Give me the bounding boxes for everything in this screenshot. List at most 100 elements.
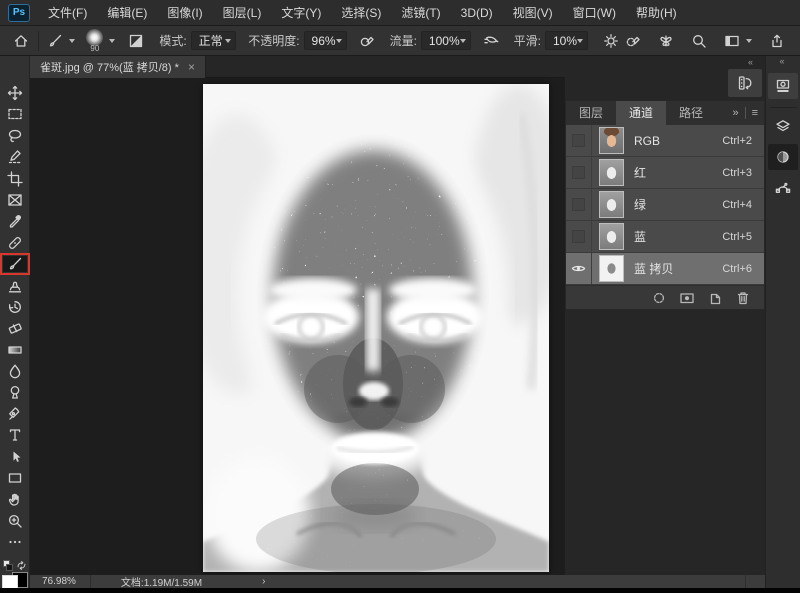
eyedropper-tool[interactable]: [3, 213, 27, 229]
menu-help[interactable]: 帮助(H): [626, 0, 687, 26]
chevron-down-icon[interactable]: [109, 39, 115, 43]
smoothing-input[interactable]: 10%: [545, 31, 588, 50]
default-colors-icon[interactable]: [3, 560, 13, 571]
gradient-tool[interactable]: [3, 342, 27, 358]
chevron-down-icon: [460, 39, 466, 43]
history-panel-icon[interactable]: [728, 69, 762, 97]
eraser-tool[interactable]: [3, 320, 27, 336]
tools-panel: [0, 56, 30, 588]
menu-view[interactable]: 视图(V): [503, 0, 563, 26]
rectangle-tool[interactable]: [3, 470, 27, 486]
panel-arrangement-icon[interactable]: [721, 31, 755, 51]
paths-panel-icon[interactable]: [768, 175, 798, 201]
clone-stamp-tool[interactable]: [3, 278, 27, 294]
channel-row-blue[interactable]: 蓝 Ctrl+5: [566, 221, 764, 253]
brush-tool[interactable]: [3, 256, 27, 272]
new-channel-icon[interactable]: [707, 290, 723, 306]
menu-3d[interactable]: 3D(D): [451, 0, 503, 26]
hand-tool[interactable]: [3, 491, 27, 507]
default-and-swap-colors[interactable]: [3, 560, 27, 571]
share-icon[interactable]: [766, 31, 788, 51]
pressure-size-icon[interactable]: [622, 31, 644, 51]
move-tool[interactable]: [3, 85, 27, 101]
visibility-toggle[interactable]: [566, 189, 592, 220]
status-bar: 76.98% 文档:1.19M/1.59M ›: [30, 575, 800, 588]
home-icon[interactable]: [10, 31, 32, 51]
close-icon[interactable]: ×: [188, 60, 195, 74]
brush-settings-panel-icon[interactable]: [125, 31, 147, 51]
edit-toolbar-ellipsis-icon[interactable]: [3, 534, 27, 550]
zoom-level[interactable]: 76.98%: [30, 576, 90, 587]
opacity-label: 不透明度:: [248, 32, 299, 49]
empty-eye-box: [572, 230, 585, 243]
pressure-opacity-icon[interactable]: [356, 31, 378, 51]
document-title: 雀斑.jpg @ 77%(蓝 拷贝/8) *: [40, 59, 179, 75]
visibility-toggle[interactable]: [566, 125, 592, 156]
flow-input[interactable]: 100%: [421, 31, 471, 50]
zoom-tool[interactable]: [3, 513, 27, 529]
expand-panel-icon[interactable]: »: [726, 107, 744, 119]
history-brush-tool[interactable]: [3, 299, 27, 315]
delete-channel-icon[interactable]: [735, 290, 751, 306]
status-expander-icon[interactable]: ›: [216, 576, 265, 587]
brush-tool-preset-icon[interactable]: [44, 31, 78, 51]
rectangular-marquee-tool[interactable]: [3, 106, 27, 122]
path-selection-tool[interactable]: [3, 449, 27, 465]
opacity-input[interactable]: 96%: [304, 31, 347, 50]
tab-channels[interactable]: 通道: [616, 101, 666, 125]
type-tool[interactable]: [3, 427, 27, 443]
crop-tool[interactable]: [3, 171, 27, 187]
visibility-toggle[interactable]: [566, 157, 592, 188]
channels-panel-footer: [566, 285, 764, 309]
menu-layer[interactable]: 图层(L): [213, 0, 272, 26]
channel-row-blue-copy[interactable]: 蓝 拷贝 Ctrl+6: [566, 253, 764, 285]
layers-panel-icon[interactable]: [768, 113, 798, 139]
load-channel-as-selection-icon[interactable]: [651, 290, 667, 306]
channel-thumbnail: [599, 159, 624, 186]
visibility-toggle[interactable]: [566, 221, 592, 252]
channel-row-green[interactable]: 绿 Ctrl+4: [566, 189, 764, 221]
smoothing-value: 10%: [553, 34, 577, 48]
lasso-tool[interactable]: [3, 128, 27, 144]
menu-file[interactable]: 文件(F): [38, 0, 97, 26]
menu-edit[interactable]: 编辑(E): [97, 0, 157, 26]
save-selection-as-channel-icon[interactable]: [679, 290, 695, 306]
channel-thumbnail: [599, 223, 624, 250]
brush-size-value: 90: [90, 45, 99, 53]
tab-paths[interactable]: 路径: [666, 101, 716, 125]
document-tab[interactable]: 雀斑.jpg @ 77%(蓝 拷贝/8) * ×: [30, 56, 206, 78]
menu-type[interactable]: 文字(Y): [271, 0, 331, 26]
menu-window[interactable]: 窗口(W): [563, 0, 626, 26]
object-selection-tool[interactable]: [3, 149, 27, 165]
channels-panel-icon[interactable]: [768, 144, 798, 170]
blur-tool[interactable]: [3, 363, 27, 379]
brush-preview[interactable]: 90: [86, 29, 103, 53]
channel-row-rgb[interactable]: RGB Ctrl+2: [566, 125, 764, 157]
eye-icon: [571, 261, 586, 276]
menu-image[interactable]: 图像(I): [157, 0, 212, 26]
pen-tool[interactable]: [3, 406, 27, 422]
menu-select[interactable]: 选择(S): [331, 0, 391, 26]
photoshop-logo: Ps: [8, 4, 30, 22]
airbrush-icon[interactable]: [480, 31, 502, 51]
smoothing-label: 平滑:: [514, 32, 541, 49]
mode-select[interactable]: 正常: [191, 31, 237, 50]
adjustments-panel-icon[interactable]: [768, 73, 798, 99]
channel-row-red[interactable]: 红 Ctrl+3: [566, 157, 764, 189]
chevron-down-icon: [69, 39, 75, 43]
collapse-panels-icon[interactable]: «: [779, 56, 786, 68]
collapse-panels-icon[interactable]: «: [748, 57, 755, 67]
panel-menu-icon[interactable]: ≡: [746, 107, 764, 119]
dodge-tool[interactable]: [3, 384, 27, 400]
visibility-toggle[interactable]: [566, 253, 592, 284]
menu-filter[interactable]: 滤镜(T): [391, 0, 450, 26]
symmetry-butterfly-icon[interactable]: [655, 31, 677, 51]
tab-layers[interactable]: 图层: [566, 101, 616, 125]
canvas-area[interactable]: [30, 78, 565, 575]
frame-tool[interactable]: [3, 192, 27, 208]
settings-gear-icon[interactable]: [600, 31, 622, 51]
swap-colors-icon[interactable]: [16, 560, 27, 571]
search-icon[interactable]: [688, 31, 710, 51]
spot-healing-brush-tool[interactable]: [3, 235, 27, 251]
document-image[interactable]: [203, 84, 549, 572]
